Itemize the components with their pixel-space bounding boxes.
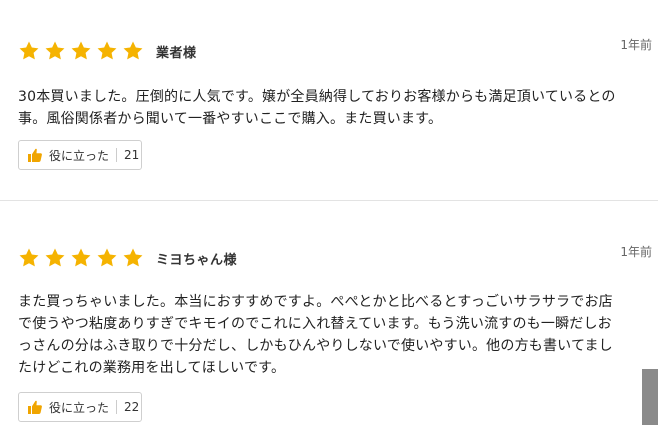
- helpful-label: 役に立った: [49, 400, 110, 415]
- star-rating: [18, 40, 148, 62]
- scrollbar-thumb[interactable]: [642, 369, 658, 425]
- review-body: また買っちゃいました。本当におすすめですよ。ぺぺとかと比べるとすっごいサラサラで…: [18, 294, 613, 376]
- reviewer-name: 業者様: [156, 45, 197, 61]
- helpful-count: 21: [124, 148, 140, 162]
- review-header: ミヨちゃん様: [18, 245, 237, 271]
- star-icon: [70, 40, 92, 62]
- review-header: 業者様: [18, 38, 197, 64]
- star-icon: [96, 40, 118, 62]
- helpful-label: 役に立った: [49, 148, 110, 163]
- star-icon: [18, 40, 40, 62]
- helpful-count: 22: [124, 400, 140, 414]
- button-divider: [116, 148, 118, 162]
- star-icon: [70, 247, 92, 269]
- star-icon: [44, 40, 66, 62]
- star-icon: [122, 40, 144, 62]
- star-icon: [122, 247, 144, 269]
- review-card: ミヨちゃん様 1年前 また買っちゃいました。本当におすすめですよ。ぺぺとかと比べ…: [0, 202, 658, 425]
- review-card: 業者様 1年前 30本買いました。圧倒的に人気です。嬢が全員納得しておりお客様か…: [0, 0, 658, 200]
- review-body: 30本買いました。圧倒的に人気です。嬢が全員納得しておりお客様からも満足頂いてい…: [18, 89, 616, 127]
- thumbs-up-icon: [27, 399, 43, 415]
- button-divider: [116, 400, 118, 414]
- reviewer-name: ミヨちゃん様: [156, 252, 238, 268]
- star-icon: [44, 247, 66, 269]
- star-icon: [96, 247, 118, 269]
- review-time: 1年前: [620, 38, 652, 52]
- review-divider: [0, 200, 658, 201]
- star-icon: [18, 247, 40, 269]
- review-time: 1年前: [620, 245, 652, 259]
- thumbs-up-icon: [27, 147, 43, 163]
- helpful-button[interactable]: 役に立った 21: [18, 140, 142, 170]
- star-rating: [18, 247, 148, 269]
- helpful-button[interactable]: 役に立った 22: [18, 392, 142, 422]
